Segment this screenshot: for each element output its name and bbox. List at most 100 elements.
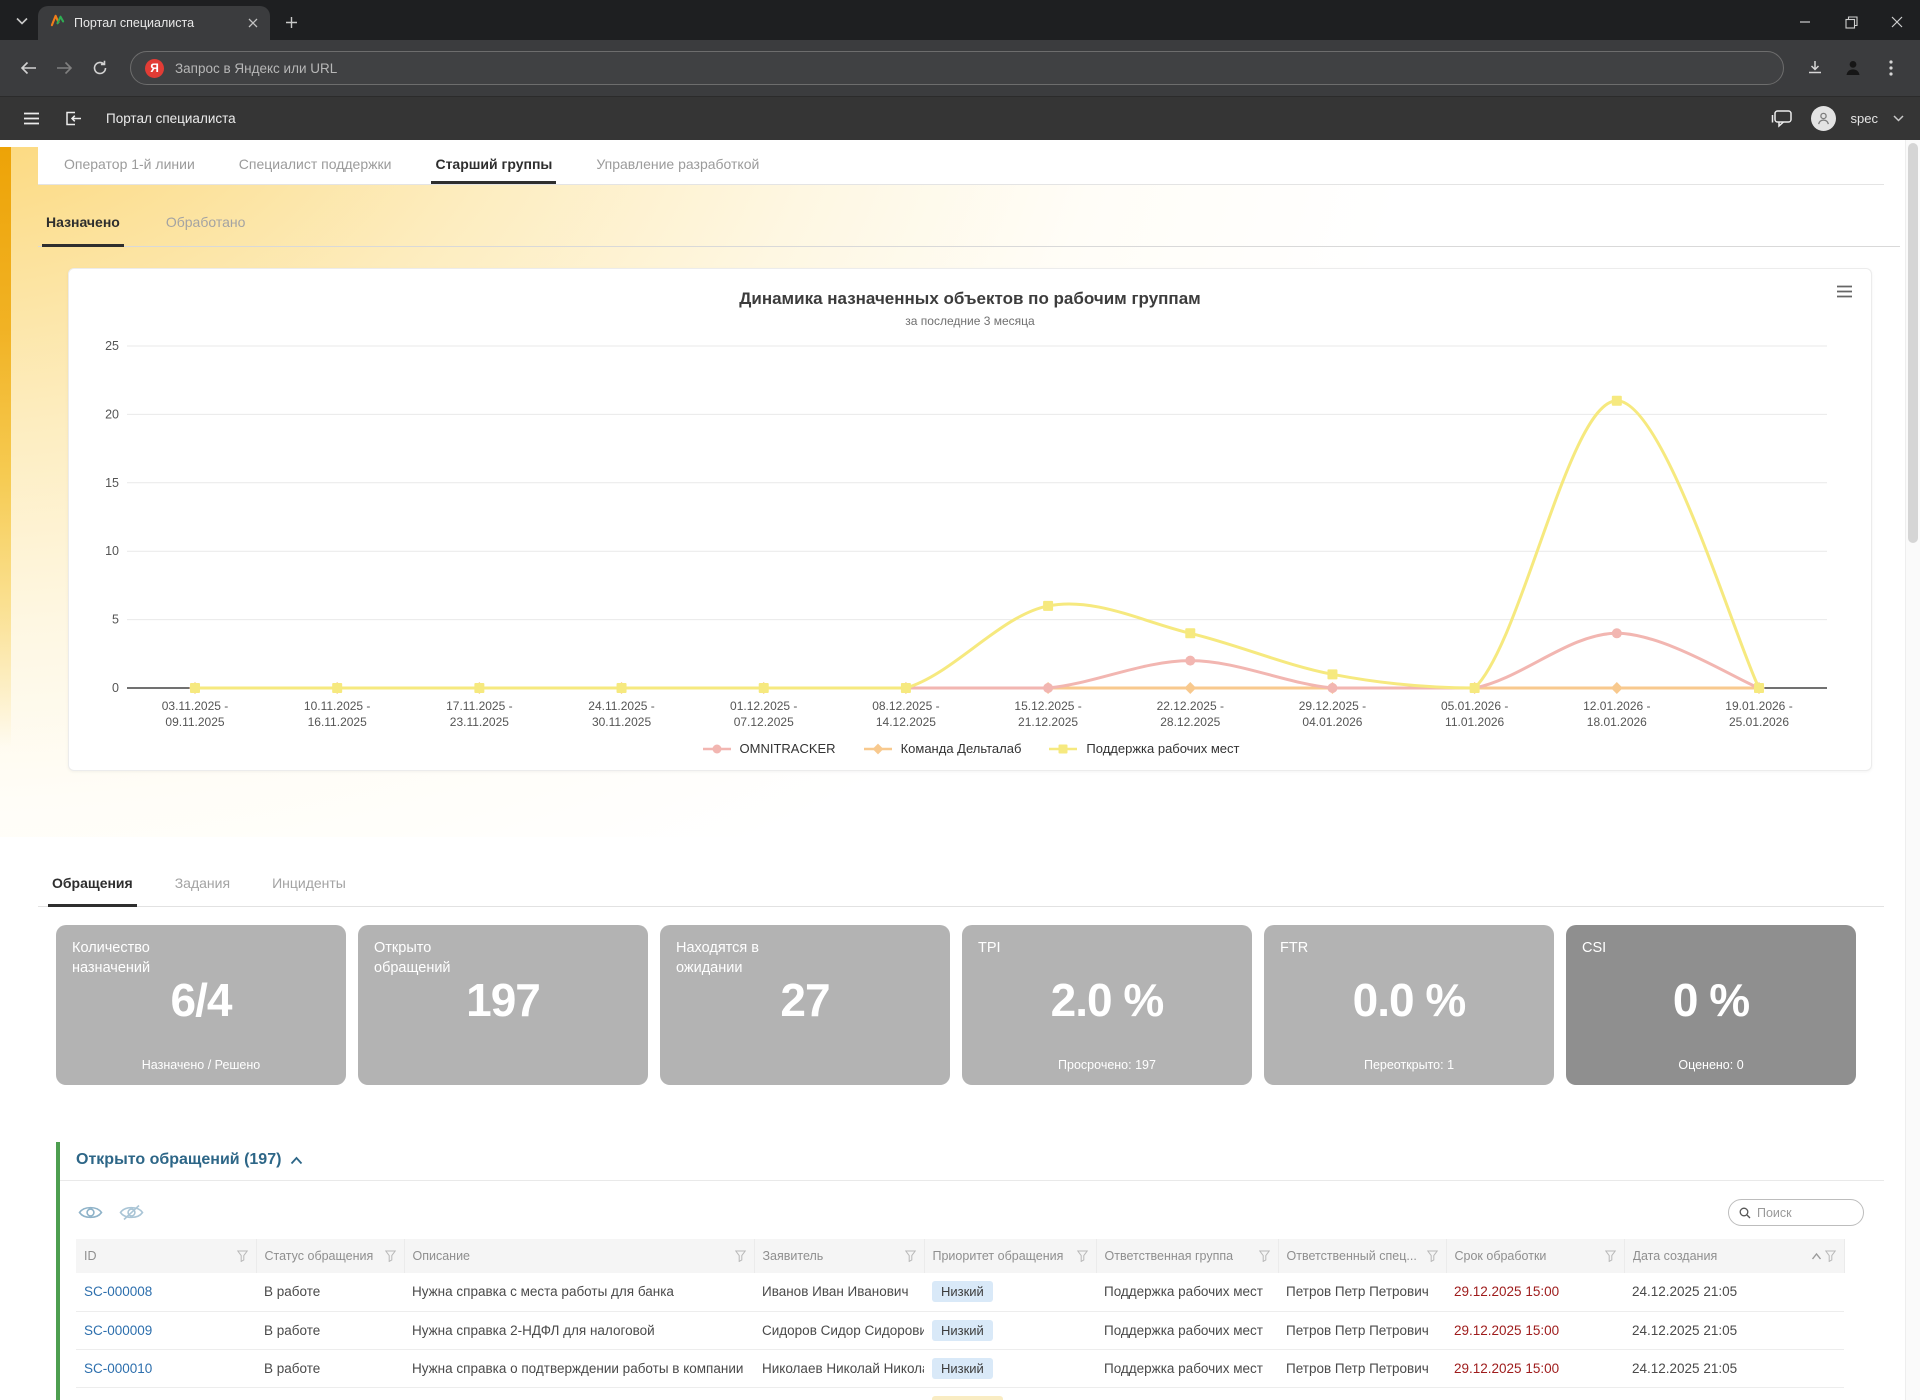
main-tab-0[interactable]: Оператор 1-й линии xyxy=(60,147,199,184)
user-menu-chevron-icon[interactable] xyxy=(1893,115,1904,122)
collapse-chevron-up-icon[interactable] xyxy=(290,1156,303,1165)
priority-cell: Средний xyxy=(924,1387,1096,1400)
request-id-link[interactable]: SC-000010 xyxy=(76,1349,256,1387)
svg-text:18.01.2026: 18.01.2026 xyxy=(1587,715,1647,729)
chart-context-menu-icon[interactable] xyxy=(1836,285,1853,301)
back-button[interactable] xyxy=(12,52,44,84)
show-columns-eye-icon[interactable] xyxy=(78,1204,103,1221)
group-cell: Поддержка рабочих мест xyxy=(1096,1311,1278,1349)
column-header-1[interactable]: Статус обращения xyxy=(256,1239,404,1273)
lower-tab-0[interactable]: Обращения xyxy=(48,862,137,907)
column-header-3[interactable]: Заявитель xyxy=(754,1239,924,1273)
window-restore-button[interactable] xyxy=(1828,4,1874,40)
column-header-0[interactable]: ID xyxy=(76,1239,256,1273)
legend-marker-icon xyxy=(1047,743,1079,755)
column-header-5[interactable]: Ответственная группа xyxy=(1096,1239,1278,1273)
role-tabs: Оператор 1-й линии Специалист поддержки Ст… xyxy=(38,147,1884,185)
sub-tab-1[interactable]: Обработано xyxy=(162,200,250,247)
column-header-8[interactable]: Дата создания xyxy=(1624,1239,1844,1273)
section-header[interactable]: Открыто обращений (197) xyxy=(60,1142,1884,1181)
main-tab-3[interactable]: Управление разработкой xyxy=(592,147,763,184)
requester-cell: Сидоров Сидор Сидорович xyxy=(754,1311,924,1349)
svg-text:09.11.2025: 09.11.2025 xyxy=(165,715,224,729)
request-id-link[interactable]: SC-000009 xyxy=(76,1311,256,1349)
window-minimize-button[interactable] xyxy=(1782,4,1828,40)
column-header-2[interactable]: Описание xyxy=(404,1239,754,1273)
lower-tab-1[interactable]: Задания xyxy=(171,862,234,907)
filter-funnel-icon[interactable] xyxy=(905,1250,916,1262)
site-favicon xyxy=(50,13,65,33)
legend-item-1[interactable]: Команда Дельталаб xyxy=(862,741,1022,756)
requester-cell: Иванов Иван Иванович xyxy=(754,1387,924,1400)
svg-text:25.01.2026: 25.01.2026 xyxy=(1729,715,1789,729)
request-id-link[interactable]: SC-000011 xyxy=(76,1387,256,1400)
sort-ascending-icon[interactable] xyxy=(1811,1252,1822,1261)
tab-close-icon[interactable] xyxy=(244,14,262,32)
hide-columns-eye-off-icon[interactable] xyxy=(119,1204,144,1221)
created-cell: 24.12.2025 21:05 xyxy=(1624,1273,1844,1311)
legend-item-0[interactable]: OMNITRACKER xyxy=(701,741,836,756)
lower-tab-2[interactable]: Инциденты xyxy=(268,862,350,907)
column-header-7[interactable]: Срок обработки xyxy=(1446,1239,1624,1273)
column-header-4[interactable]: Приоритет обращения xyxy=(924,1239,1096,1273)
svg-text:05.01.2026 -: 05.01.2026 - xyxy=(1441,699,1508,713)
window-close-button[interactable] xyxy=(1874,4,1920,40)
table-row[interactable]: SC-000008В работеНужна справка с места р… xyxy=(76,1273,1844,1311)
scrollbar-thumb[interactable] xyxy=(1908,143,1918,543)
new-tab-button[interactable] xyxy=(276,7,306,37)
search-placeholder: Поиск xyxy=(1757,1206,1792,1220)
role-panel: Назначено Обработано Динамика назначенных… xyxy=(18,200,1920,771)
svg-text:29.12.2025 -: 29.12.2025 - xyxy=(1299,699,1366,713)
sub-tab-0[interactable]: Назначено xyxy=(42,200,124,247)
svg-text:01.12.2025 -: 01.12.2025 - xyxy=(730,699,797,713)
table-row[interactable]: SC-000010В работеНужна справка о подтвер… xyxy=(76,1349,1844,1387)
filter-funnel-icon[interactable] xyxy=(1605,1250,1616,1262)
search-input[interactable]: Поиск xyxy=(1728,1199,1864,1226)
filter-funnel-icon[interactable] xyxy=(237,1250,248,1262)
filter-funnel-icon[interactable] xyxy=(1427,1250,1438,1262)
filter-funnel-icon[interactable] xyxy=(1259,1250,1270,1262)
svg-text:10.11.2025 -: 10.11.2025 - xyxy=(304,699,371,713)
kpi-card-0: Количество назначений6/4Назначено / Реше… xyxy=(56,925,346,1085)
description-cell: Нужна справка с места работы для банка xyxy=(404,1273,754,1311)
user-avatar[interactable] xyxy=(1811,106,1836,131)
kpi-card-3: TPI2.0 %Просрочено: 197 xyxy=(962,925,1252,1085)
filter-funnel-icon[interactable] xyxy=(735,1250,746,1262)
svg-text:07.12.2025: 07.12.2025 xyxy=(734,715,794,729)
open-requests-section: Открыто обращений (197) Поиск xyxy=(56,1142,1884,1400)
filter-funnel-icon[interactable] xyxy=(385,1250,396,1262)
collapse-panel-icon[interactable] xyxy=(58,104,88,134)
browser-tabstrip: Портал специалиста xyxy=(0,0,1920,40)
filter-funnel-icon[interactable] xyxy=(1077,1250,1088,1262)
main-tab-2[interactable]: Старший группы xyxy=(431,147,556,184)
legend-marker-icon xyxy=(862,743,894,755)
address-bar[interactable]: Я Запрос в Яндекс или URL xyxy=(130,51,1784,85)
object-type-tabs: Обращения Задания Инциденты xyxy=(38,862,1884,907)
kpi-card-1: Открыто обращений197 xyxy=(358,925,648,1085)
priority-badge: Средний xyxy=(932,1396,1003,1400)
chart-card: Динамика назначенных объектов по рабочим… xyxy=(68,268,1872,771)
table-row[interactable]: SC-000011НазначеноХочу отказаться от вто… xyxy=(76,1387,1844,1400)
forward-button[interactable] xyxy=(48,52,80,84)
main-tab-1[interactable]: Специалист поддержки xyxy=(235,147,396,184)
table-row[interactable]: SC-000009В работеНужна справка 2-НДФЛ дл… xyxy=(76,1311,1844,1349)
svg-text:11.01.2026: 11.01.2026 xyxy=(1445,715,1504,729)
chat-icon[interactable] xyxy=(1766,104,1796,134)
tab-list-chevron-icon[interactable] xyxy=(8,7,36,35)
column-header-6[interactable]: Ответственный спец... xyxy=(1278,1239,1446,1273)
hamburger-menu-icon[interactable] xyxy=(16,104,46,134)
description-cell: Нужна справка 2-НДФЛ для налоговой xyxy=(404,1311,754,1349)
chart-title: Динамика назначенных объектов по рабочим… xyxy=(87,289,1853,309)
legend-item-2[interactable]: Поддержка рабочих мест xyxy=(1047,741,1239,756)
filter-funnel-icon[interactable] xyxy=(1825,1250,1836,1262)
page-scrollbar[interactable] xyxy=(1905,140,1920,1400)
tab-title: Портал специалиста xyxy=(74,16,235,30)
browser-menu-kebab-icon[interactable] xyxy=(1874,51,1908,85)
request-id-link[interactable]: SC-000008 xyxy=(76,1273,256,1311)
browser-profile-icon[interactable] xyxy=(1836,51,1870,85)
specialist-cell: Петров Петр Петрович xyxy=(1278,1349,1446,1387)
downloads-icon[interactable] xyxy=(1798,51,1832,85)
kpi-card-4: FTR0.0 %Переоткрыто: 1 xyxy=(1264,925,1554,1085)
browser-tab[interactable]: Портал специалиста xyxy=(38,6,270,40)
reload-button[interactable] xyxy=(84,52,116,84)
